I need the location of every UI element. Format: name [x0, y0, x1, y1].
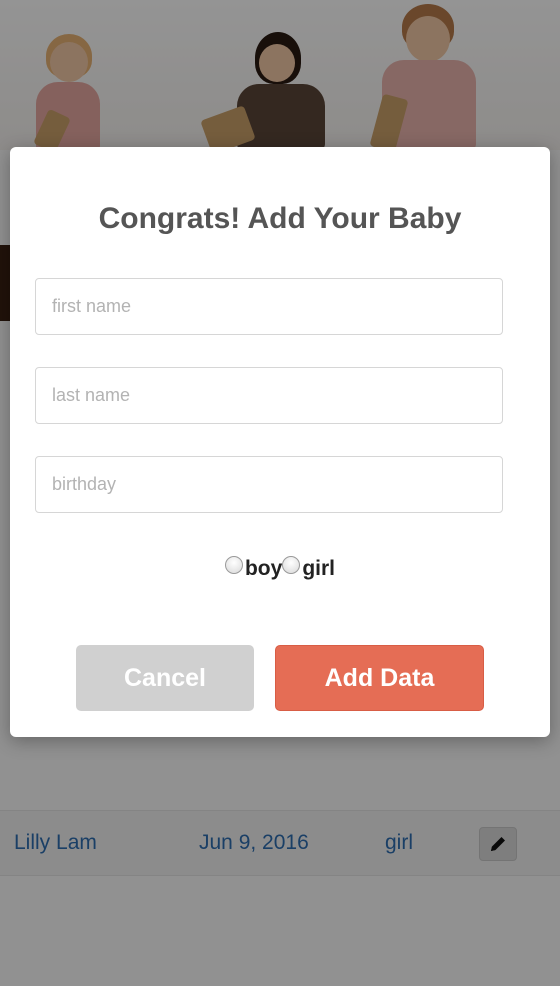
boy-label: boy [244, 557, 283, 580]
birthday-input[interactable] [35, 456, 503, 513]
last-name-input[interactable] [35, 367, 503, 424]
gender-option-girl[interactable]: girl [282, 556, 335, 581]
add-data-button[interactable]: Add Data [275, 645, 484, 711]
boy-radio[interactable] [224, 556, 243, 574]
first-name-input[interactable] [35, 278, 503, 335]
gender-option-boy[interactable]: boy [224, 556, 283, 581]
modal-title: Congrats! Add Your Baby [98, 202, 462, 235]
girl-radio[interactable] [282, 556, 301, 574]
cancel-button[interactable]: Cancel [76, 645, 254, 711]
add-baby-modal: Congrats! Add Your Baby boy girl Cancel … [10, 147, 550, 737]
gender-radio-group: boy girl [10, 556, 550, 584]
girl-label: girl [302, 557, 335, 580]
